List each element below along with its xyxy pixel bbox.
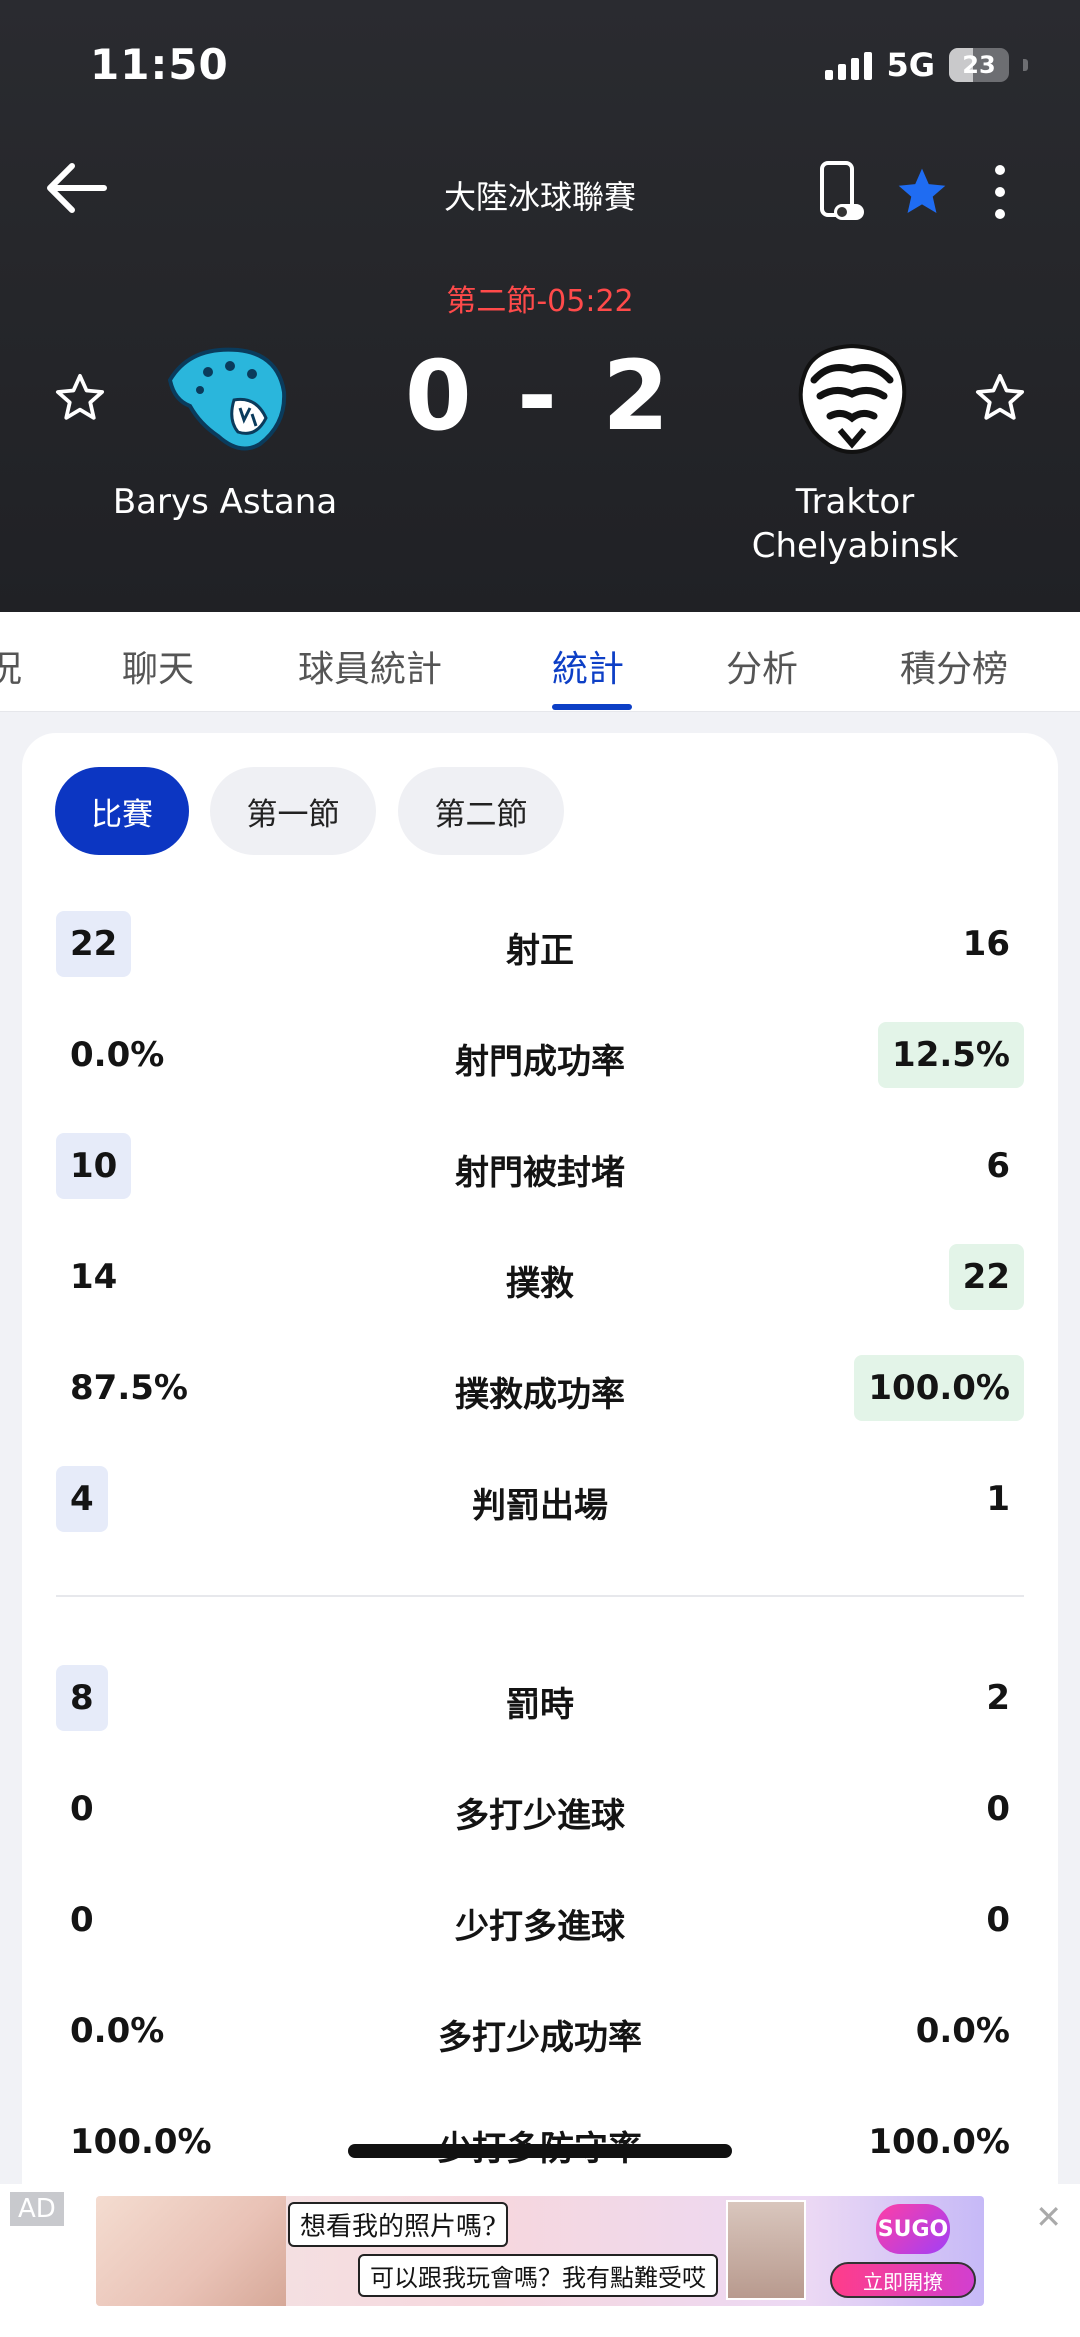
ad-brand-logo: SUGO [876,2204,950,2254]
tab-analysis[interactable]: 分析 [726,640,798,692]
ad-banner[interactable]: 想看我的照片嗎? 可以跟我玩會嗎？我有點難受哎 SUGO 立即開撩 [96,2196,984,2306]
stat-away-value: 6 [986,1146,1010,1186]
stats-card: 比賽 第一節 第二節 22 射正 16 0.0% 射門成功率 12.5% 10 … [22,733,1058,2337]
stat-row: 0.0% 多打少成功率 0.0% [22,1996,1058,2066]
stat-row: 0 少打多進球 0 [22,1885,1058,1955]
stat-away-value: 12.5% [878,1022,1024,1088]
stat-away-value: 22 [948,1244,1024,1310]
stat-label: 少打多進球 [455,1907,625,1947]
stat-label: 多打少進球 [455,1796,625,1836]
stat-label: 射門被封堵 [455,1153,625,1193]
home-team-logo[interactable] [160,340,290,455]
ad-bubble-2: 可以跟我玩會嗎？我有點難受哎 [358,2254,718,2297]
favorite-home-star-icon[interactable] [52,370,108,426]
tab-player-stats[interactable]: 球員統計 [298,640,442,692]
period-time: 第二節-05:22 [446,284,634,319]
tab-bar: 況 聊天 球員統計 統計 分析 積分榜 [0,612,1080,712]
ad-close-icon[interactable]: ✕ [1035,2198,1062,2236]
section-divider [56,1595,1024,1597]
ad-image [96,2196,286,2306]
status-icons: 5G 23 [825,46,1028,84]
ad-bubble-1: 想看我的照片嗎? [288,2202,508,2247]
away-team-name[interactable]: Traktor Chelyabinsk [700,480,1010,568]
signal-icon [825,50,873,80]
stat-away-value: 0 [986,1900,1010,1940]
chip-first-period[interactable]: 第一節 [210,767,376,855]
stat-label: 判罰出場 [472,1486,608,1526]
stat-away-value: 100.0% [854,1355,1024,1421]
tab-standings[interactable]: 積分榜 [900,640,1008,692]
battery-level: 23 [962,51,996,79]
favorite-away-star-icon[interactable] [972,370,1028,426]
stat-row: 22 射正 16 [22,909,1058,979]
tab-stats[interactable]: 統計 [552,640,624,692]
home-team-name[interactable]: Barys Astana [80,480,370,524]
chip-second-period[interactable]: 第二節 [398,767,564,855]
match-header: 11:50 5G 23 大陸冰球聯賽 第二節-05:22 0 - 2 Barys… [0,0,1080,612]
phone-toggle-icon[interactable] [818,160,868,224]
stat-row: 14 撲救 22 [22,1242,1058,1312]
stat-row: 0 多打少進球 0 [22,1774,1058,1844]
active-tab-indicator [552,704,632,710]
stat-row: 8 罰時 2 [22,1663,1058,1733]
stat-row: 87.5% 撲救成功率 100.0% [22,1353,1058,1423]
stat-row: 4 判罰出場 1 [22,1464,1058,1534]
ad-cta-button[interactable]: 立即開撩 [830,2262,976,2298]
stat-row: 10 射門被封堵 6 [22,1131,1058,1201]
stat-away-value: 1 [986,1479,1010,1519]
favorite-match-star-icon[interactable] [894,164,950,220]
more-options-icon[interactable] [986,162,1014,222]
home-indicator[interactable] [348,2144,732,2158]
ad-tag: AD [10,2192,64,2226]
stat-away-value: 2 [986,1678,1010,1718]
stat-label: 罰時 [506,1685,574,1725]
stat-row: 100.0% 少打多防守率 100.0% [22,2107,1058,2177]
stat-away-value: 0.0% [915,2011,1010,2051]
tab-overview[interactable]: 況 [0,640,22,692]
stat-away-value: 16 [962,924,1010,964]
tab-chat[interactable]: 聊天 [122,640,194,692]
stat-label: 射正 [506,931,574,971]
chip-match[interactable]: 比賽 [55,767,189,855]
battery-icon: 23 [949,48,1009,82]
stat-label: 撲救 [506,1264,574,1304]
ad-banner-container: AD 想看我的照片嗎? 可以跟我玩會嗎？我有點難受哎 SUGO 立即開撩 ✕ [0,2184,1080,2337]
stat-row: 0.0% 射門成功率 12.5% [22,1020,1058,1090]
ad-thumbnail [726,2200,806,2300]
stat-away-value: 100.0% [868,2122,1010,2162]
network-label: 5G [886,46,935,84]
away-team-logo[interactable] [790,340,915,455]
stat-away-value: 0 [986,1789,1010,1829]
status-time: 11:50 [90,40,229,89]
